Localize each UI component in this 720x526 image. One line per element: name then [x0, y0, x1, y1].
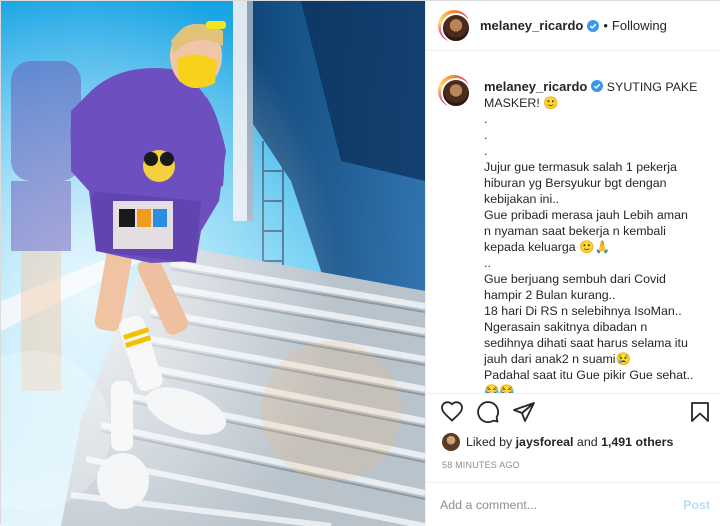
caption-line-5: Jujur gue termasuk salah 1 pekerja	[484, 160, 677, 174]
caption-line-7: kebijakan ini..	[484, 192, 560, 206]
caption-line-0: SYUTING PAKE	[606, 80, 698, 94]
likes-summary: Liked by jaysforeal and 1,491 others	[442, 433, 673, 451]
verified-badge-icon	[591, 80, 604, 92]
liked-by-and: and	[576, 435, 598, 449]
post-header: melaney_ricardo • Following	[426, 1, 720, 51]
caption-line-6: hiburan yg Bersyukur bgt dengan	[484, 176, 667, 190]
caption-text: melaney_ricardo SYUTING PAKE MASKER! 🙂 .…	[484, 79, 710, 393]
caption-area: melaney_ricardo SYUTING PAKE MASKER! 🙂 .…	[426, 67, 720, 393]
caption-line-17: jauh dari anak2 n suami😢	[484, 352, 631, 366]
caption-line-13: hampir 2 Bulan kurang..	[484, 288, 616, 302]
post-button[interactable]: Post	[683, 498, 710, 512]
post-side-panel: melaney_ricardo • Following melaney_rica…	[425, 1, 720, 526]
paper-plane-icon[interactable]	[512, 400, 536, 424]
heart-icon[interactable]	[440, 400, 464, 424]
instagram-post-window: melaney_ricardo • Following melaney_rica…	[0, 0, 720, 526]
caption-line-12: Gue berjuang sembuh dari Covid	[484, 272, 666, 286]
caption-line-19: 😂😂	[484, 384, 515, 393]
following-button[interactable]: Following	[612, 18, 667, 33]
post-photo[interactable]	[1, 1, 425, 526]
caption-line-4: .	[484, 144, 488, 158]
bookmark-icon[interactable]	[688, 400, 712, 424]
action-bar	[426, 393, 720, 429]
liker-avatar[interactable]	[442, 433, 460, 451]
liked-by-user[interactable]: jaysforeal	[516, 435, 574, 449]
photo-illustration	[1, 1, 425, 526]
verified-badge-icon	[587, 19, 600, 32]
caption-line-18: Padahal saat itu Gue pikir Gue sehat..	[484, 368, 694, 382]
comment-icon[interactable]	[476, 400, 500, 424]
caption-avatar[interactable]	[438, 75, 471, 108]
caption-line-2: .	[484, 112, 488, 126]
caption-line-9: n nyaman saat bekerja n kembali	[484, 224, 666, 238]
avatar[interactable]	[438, 9, 471, 43]
caption-line-10: kepada keluarga 🙂🙏	[484, 240, 610, 254]
separator-dot: •	[603, 18, 608, 33]
caption-line-16: sedihnya dihati saat harus selama itu	[484, 336, 688, 350]
caption-line-15: Ngerasain sakitnya dibadan n	[484, 320, 648, 334]
post-timestamp[interactable]: 58 MINUTES AGO	[442, 460, 520, 470]
comment-box: Post	[426, 482, 720, 526]
caption-line-8: Gue pribadi merasa jauh Lebih aman	[484, 208, 688, 222]
caption-line-14: 18 hari Di RS n selebihnya IsoMan..	[484, 304, 682, 318]
liked-by-prefix: Liked by	[466, 435, 513, 449]
caption-line-11: ..	[484, 256, 491, 270]
caption-line-3: .	[484, 128, 488, 142]
caption-username[interactable]: melaney_ricardo	[484, 79, 587, 94]
header-username[interactable]: melaney_ricardo	[480, 18, 583, 33]
comment-input[interactable]	[440, 497, 684, 512]
liked-by-count[interactable]: 1,491 others	[601, 435, 673, 449]
caption-line: melaney_ricardo SYUTING PAKE	[484, 79, 710, 95]
caption-line-1: MASKER! 🙂	[484, 96, 559, 110]
